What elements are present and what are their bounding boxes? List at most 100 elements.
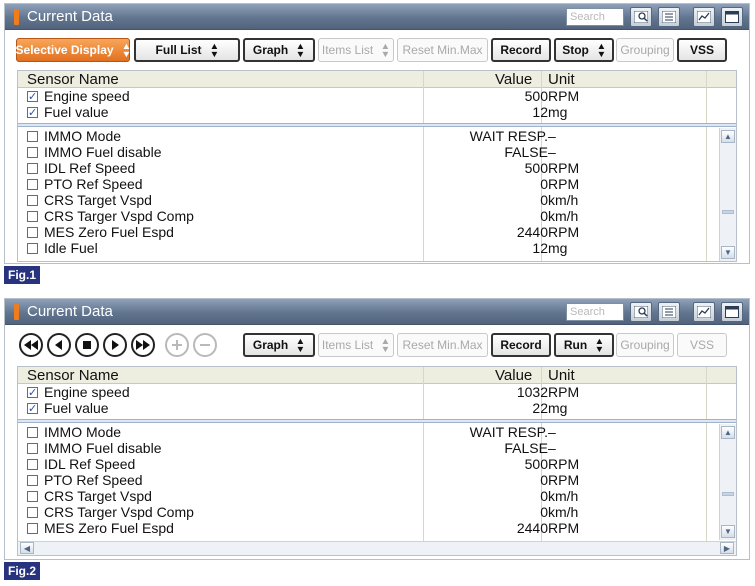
scroll-up-icon[interactable]: ▲ [721, 426, 735, 439]
reset-minmax-button[interactable]: Reset Min.Max [397, 333, 488, 357]
row-checkbox[interactable] [27, 243, 38, 254]
table-row[interactable]: Engine speed 500 RPM [18, 88, 736, 105]
fast-forward-button[interactable] [131, 333, 155, 357]
selective-display-button[interactable]: Selective Display ▲ ▼ [16, 38, 131, 62]
sensor-unit: – [548, 440, 556, 456]
grouping-button[interactable]: Grouping [616, 333, 674, 357]
sensor-unit: RPM [548, 160, 580, 176]
grouping-button[interactable]: Grouping [616, 38, 674, 62]
row-checkbox[interactable] [27, 475, 38, 486]
table-row[interactable]: CRS Targer Vspd Comp 0 km/h [18, 208, 736, 224]
sensor-unit: – [548, 424, 556, 440]
table-row[interactable]: MES Zero Fuel Espd 2440 RPM [18, 224, 736, 240]
graph-select[interactable]: Graph ▲ ▼ [243, 38, 315, 62]
row-checkbox[interactable] [27, 427, 38, 438]
run-select[interactable]: Run ▲ ▼ [554, 333, 614, 357]
sensor-name: Engine speed [44, 88, 130, 104]
items-list-label: Items List [321, 338, 374, 352]
row-checkbox[interactable] [27, 195, 38, 206]
table-row[interactable]: IMMO Fuel disable FALSE – [18, 440, 736, 456]
table-row[interactable]: IDL Ref Speed 500 RPM [18, 160, 736, 176]
scroll-up-icon[interactable]: ▲ [721, 130, 735, 143]
graph-label: Graph [252, 338, 289, 352]
table-row[interactable]: CRS Targer Vspd Comp 0 km/h [18, 504, 736, 520]
step-back-button[interactable] [47, 333, 71, 357]
scroll-down-icon[interactable]: ▼ [721, 525, 735, 538]
table-row[interactable]: CRS Target Vspd 0 km/h [18, 488, 736, 504]
vss-button[interactable]: VSS [677, 333, 727, 357]
rewind-button[interactable] [19, 333, 43, 357]
row-checkbox[interactable] [27, 89, 38, 105]
list-view-button[interactable] [658, 302, 680, 322]
table-row[interactable]: IMMO Mode WAIT RESP. – [18, 424, 736, 440]
row-checkbox[interactable] [27, 131, 38, 142]
row-checkbox[interactable] [27, 443, 38, 454]
scroll-left-icon[interactable]: ◀ [20, 542, 34, 554]
sensor-value: 2440 [516, 224, 548, 240]
table-row[interactable]: PTO Ref Speed 0 RPM [18, 472, 736, 488]
table-row[interactable]: PTO Ref Speed 0 RPM [18, 176, 736, 192]
stop-playback-button[interactable] [75, 333, 99, 357]
scroll-down-icon[interactable]: ▼ [721, 246, 735, 259]
row-checkbox[interactable] [27, 523, 38, 534]
row-checkbox[interactable] [27, 147, 38, 158]
items-list-select[interactable]: Items List ▲ ▼ [318, 333, 394, 357]
table-row[interactable]: Fuel value 22 mg [18, 400, 736, 417]
sensor-name: IMMO Fuel disable [44, 440, 162, 456]
spinner-icon: ▲ ▼ [209, 41, 219, 59]
row-checkbox[interactable] [27, 401, 38, 417]
list-mode-select[interactable]: Full List ▲ ▼ [134, 38, 240, 62]
zoom-in-button[interactable] [165, 333, 189, 357]
row-checkbox[interactable] [27, 459, 38, 470]
row-checkbox[interactable] [27, 491, 38, 502]
play-icon [112, 340, 119, 350]
scroll-thumb[interactable] [722, 492, 734, 496]
horizontal-scrollbar[interactable]: ◀ ▶ [18, 541, 736, 555]
sensor-value: 500 [524, 160, 548, 176]
scroll-thumb[interactable] [722, 210, 734, 214]
sensor-unit: RPM [548, 224, 580, 240]
record-button[interactable]: Record [491, 38, 551, 62]
record-button[interactable]: Record [491, 333, 551, 357]
sensor-name: CRS Target Vspd [44, 192, 152, 208]
graph-view-button[interactable] [693, 302, 715, 322]
row-checkbox[interactable] [27, 227, 38, 238]
graph-select[interactable]: Graph ▲ ▼ [243, 333, 315, 357]
magnifier-icon [634, 306, 648, 318]
table-row[interactable]: MES Zero Fuel Espd 2440 RPM [18, 520, 736, 536]
vss-button[interactable]: VSS [677, 38, 727, 62]
row-checkbox[interactable] [27, 507, 38, 518]
fast-forward-icon [136, 340, 150, 350]
vertical-scrollbar[interactable]: ▲ ▼ [719, 128, 736, 261]
row-checkbox[interactable] [27, 163, 38, 174]
row-checkbox[interactable] [27, 211, 38, 222]
play-button[interactable] [103, 333, 127, 357]
search-button[interactable] [630, 7, 652, 27]
row-checkbox[interactable] [27, 105, 38, 121]
items-list-select[interactable]: Items List ▲ ▼ [318, 38, 394, 62]
table-row[interactable]: CRS Target Vspd 0 km/h [18, 192, 736, 208]
sensor-name: IDL Ref Speed [44, 456, 136, 472]
table-row[interactable]: Fuel value 12 mg [18, 104, 736, 121]
reset-minmax-button[interactable]: Reset Min.Max [397, 38, 488, 62]
row-checkbox[interactable] [27, 179, 38, 190]
sensor-name: Engine speed [44, 384, 130, 400]
maximize-button[interactable] [721, 302, 743, 322]
current-data-panel-2: Current Data Search Graph ▲ ▼ Items List… [4, 298, 750, 560]
graph-view-button[interactable] [693, 7, 715, 27]
list-view-button[interactable] [658, 7, 680, 27]
vertical-scrollbar[interactable]: ▲ ▼ [719, 424, 736, 540]
zoom-out-button[interactable] [193, 333, 217, 357]
table-row[interactable]: IMMO Fuel disable FALSE – [18, 144, 736, 160]
row-checkbox[interactable] [27, 385, 38, 401]
table-row[interactable]: IMMO Mode WAIT RESP. – [18, 128, 736, 144]
table-row[interactable]: IDL Ref Speed 500 RPM [18, 456, 736, 472]
table-row[interactable]: Idle Fuel 12 mg [18, 240, 736, 261]
search-button[interactable] [630, 302, 652, 322]
search-input[interactable]: Search [566, 303, 624, 321]
stop-select[interactable]: Stop ▲ ▼ [554, 38, 614, 62]
scroll-right-icon[interactable]: ▶ [720, 542, 734, 554]
search-input[interactable]: Search [566, 8, 624, 26]
maximize-button[interactable] [721, 7, 743, 27]
table-row[interactable]: Engine speed 1032 RPM [18, 384, 736, 401]
